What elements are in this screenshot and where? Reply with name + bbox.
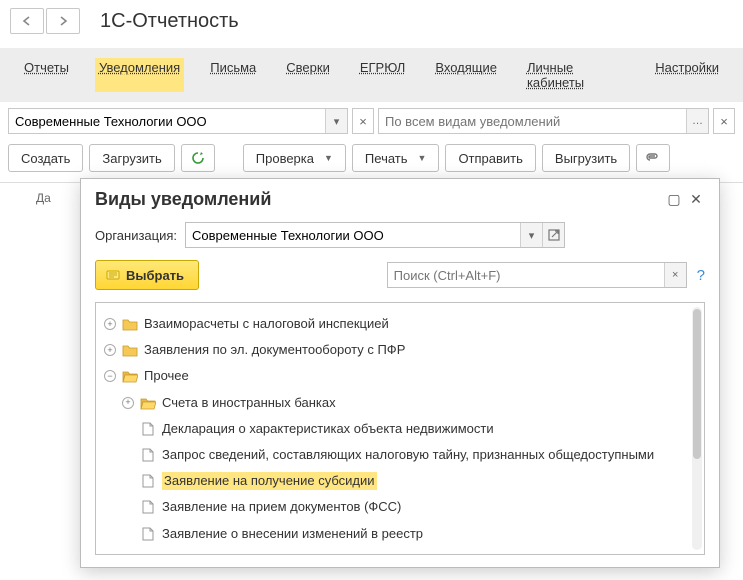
tab-egrul[interactable]: ЕГРЮЛ — [356, 58, 409, 92]
folder-open-icon — [122, 369, 138, 383]
dialog-search-clear-button[interactable]: × — [664, 263, 686, 287]
expand-icon[interactable]: + — [104, 344, 116, 356]
notification-tree: + Взаиморасчеты с налоговой инспекцией +… — [96, 303, 704, 555]
dialog-org-dropdown-button[interactable]: ▾ — [520, 223, 542, 247]
dialog-org-combo[interactable]: ▾ — [185, 222, 565, 248]
org-filter-combo[interactable]: ▾ — [8, 108, 348, 134]
dialog-search-box[interactable]: × — [387, 262, 687, 288]
load-button[interactable]: Загрузить — [89, 144, 174, 172]
dialog-title: Виды уведомлений — [95, 189, 663, 210]
dialog-maximize-button[interactable]: ▢ — [663, 191, 685, 208]
file-icon — [140, 527, 156, 541]
dialog-org-open-button[interactable] — [542, 223, 564, 247]
folder-icon — [122, 343, 138, 357]
tab-incoming[interactable]: Входящие — [431, 58, 501, 92]
type-filter-combo[interactable]: … — [378, 108, 709, 134]
open-external-icon — [547, 228, 561, 242]
refresh-button[interactable] — [181, 144, 215, 172]
folder-open-icon — [140, 396, 156, 410]
type-filter-input[interactable] — [379, 109, 686, 133]
refresh-icon — [191, 151, 205, 165]
file-icon — [140, 448, 156, 462]
tree-folder-pfr[interactable]: + Заявления по эл. документообороту с ПФ… — [102, 337, 698, 363]
dialog-search-input[interactable] — [388, 263, 664, 287]
org-filter-clear-button[interactable]: × — [352, 108, 374, 134]
create-button[interactable]: Создать — [8, 144, 83, 172]
print-button[interactable]: Печать▼ — [352, 144, 440, 172]
attach-button[interactable] — [636, 144, 670, 172]
org-label: Организация: — [95, 228, 177, 243]
send-button[interactable]: Отправить — [445, 144, 535, 172]
tree-item-fss[interactable]: Заявление на прием документов (ФСС) — [102, 494, 698, 520]
tree-scrollbar[interactable] — [692, 307, 702, 550]
org-filter-dropdown-button[interactable]: ▾ — [325, 109, 347, 133]
tree-item-subsidy[interactable]: Заявление на получение субсидии — [102, 468, 698, 494]
tree-folder-tax[interactable]: + Взаиморасчеты с налоговой инспекцией — [102, 311, 698, 337]
file-icon — [140, 422, 156, 436]
type-filter-more-button[interactable]: … — [686, 109, 708, 133]
export-button[interactable]: Выгрузить — [542, 144, 630, 172]
tree-scrollbar-thumb[interactable] — [693, 309, 701, 459]
choose-button[interactable]: Выбрать — [95, 260, 199, 290]
expand-icon[interactable]: + — [104, 318, 116, 330]
tab-letters[interactable]: Письма — [206, 58, 260, 92]
page-title: 1С-Отчетность — [100, 10, 239, 33]
nav-forward-button[interactable] — [46, 8, 80, 34]
tab-bar: Отчеты Уведомления Письма Сверки ЕГРЮЛ В… — [0, 48, 743, 102]
dialog-help-button[interactable]: ? — [697, 267, 705, 284]
tab-settings[interactable]: Настройки — [651, 58, 723, 92]
nav-back-button[interactable] — [10, 8, 44, 34]
tree-item-registry[interactable]: Заявление о внесении изменений в реестр — [102, 521, 698, 547]
tree-folder-foreign-accounts[interactable]: + Счета в иностранных банках — [102, 390, 698, 416]
tab-reconciliations[interactable]: Сверки — [282, 58, 334, 92]
arrow-left-icon — [20, 14, 34, 28]
dialog-close-button[interactable]: ✕ — [685, 191, 707, 208]
tab-cabinets[interactable]: Личные кабинеты — [523, 58, 629, 92]
dialog-org-input[interactable] — [186, 223, 520, 247]
check-button[interactable]: Проверка▼ — [243, 144, 346, 172]
collapse-icon[interactable]: − — [104, 370, 116, 382]
tree-folder-other[interactable]: − Прочее — [102, 363, 698, 389]
expand-icon[interactable]: + — [122, 397, 134, 409]
arrow-right-icon — [56, 14, 70, 28]
paperclip-icon — [645, 151, 661, 165]
tree-item-declaration[interactable]: Декларация о характеристиках объекта нед… — [102, 416, 698, 442]
tab-notifications[interactable]: Уведомления — [95, 58, 184, 92]
file-icon — [140, 474, 156, 488]
tab-reports[interactable]: Отчеты — [20, 58, 73, 92]
select-icon — [106, 268, 120, 282]
tree-item-tax-secret[interactable]: Запрос сведений, составляющих налоговую … — [102, 442, 698, 468]
folder-icon — [122, 317, 138, 331]
file-icon — [140, 500, 156, 514]
notification-types-dialog: Виды уведомлений ▢ ✕ Организация: ▾ Выбр… — [80, 178, 720, 568]
type-filter-clear-button[interactable]: × — [713, 108, 735, 134]
org-filter-input[interactable] — [9, 109, 325, 133]
